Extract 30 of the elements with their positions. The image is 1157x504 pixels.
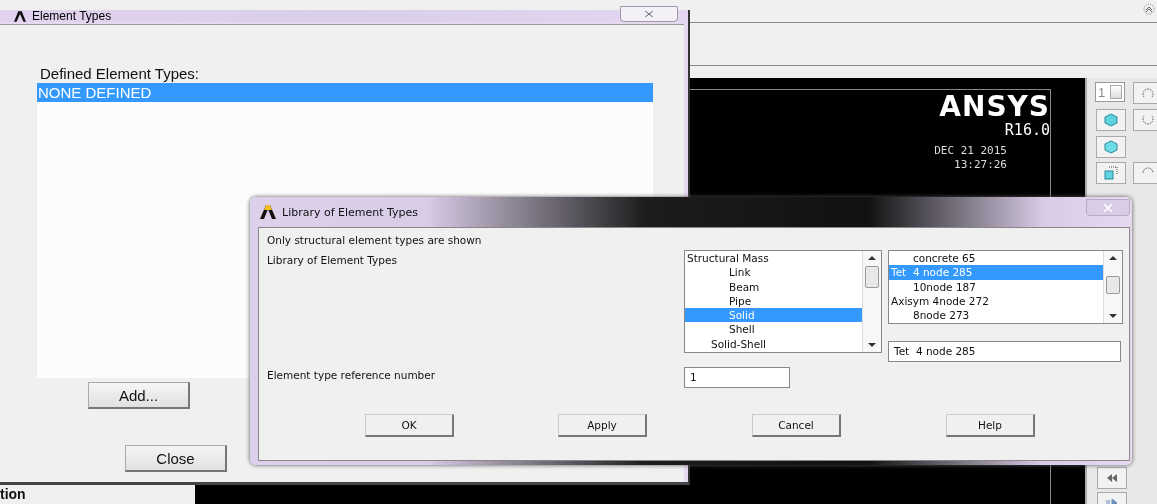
add-button[interactable]: Add... bbox=[88, 382, 190, 409]
list-item[interactable]: Structural Mass bbox=[685, 251, 862, 266]
field-label: Element type reference number bbox=[267, 369, 436, 381]
info-text: Only structural element types are shown bbox=[267, 234, 482, 246]
panel-label: tion bbox=[0, 486, 26, 502]
close-button[interactable]: Close bbox=[125, 445, 227, 472]
dialog-title: Library of Element Types bbox=[282, 205, 419, 219]
field-label: Library of Element Types bbox=[267, 254, 397, 266]
apply-button[interactable]: Apply bbox=[558, 414, 647, 437]
window-title: Element Types bbox=[32, 9, 112, 23]
help-button[interactable]: Help bbox=[946, 414, 1035, 437]
cancel-button[interactable]: Cancel bbox=[752, 414, 841, 437]
version-label: R16.0 bbox=[1004, 121, 1050, 139]
list-item[interactable]: Pipe bbox=[685, 293, 862, 309]
list-label: Defined Element Types: bbox=[40, 65, 199, 82]
selected-type-field[interactable]: Tet 4 node 285 bbox=[888, 341, 1121, 362]
list-item[interactable]: concrete 65 bbox=[889, 251, 1103, 266]
list-item[interactable]: Solid-Shell bbox=[685, 336, 862, 352]
product-logo: ANSYS bbox=[939, 90, 1050, 123]
list-item[interactable]: Beam bbox=[685, 279, 862, 294]
list-item[interactable]: Axisym 4node 272 bbox=[889, 293, 1103, 309]
list-item[interactable]: 10node 187 bbox=[889, 279, 1103, 294]
list-item[interactable]: Link bbox=[685, 265, 862, 280]
date-label: DEC 21 2015 bbox=[934, 144, 1007, 157]
reference-number-field[interactable]: 1 bbox=[684, 367, 790, 388]
list-item[interactable]: 8node 273 bbox=[889, 308, 1103, 323]
view-number-dropdown[interactable]: 1 bbox=[1095, 82, 1125, 102]
list-item[interactable]: Shell bbox=[685, 322, 862, 337]
ok-button[interactable]: OK bbox=[365, 414, 454, 437]
time-label: 13:27:26 bbox=[954, 158, 1007, 171]
